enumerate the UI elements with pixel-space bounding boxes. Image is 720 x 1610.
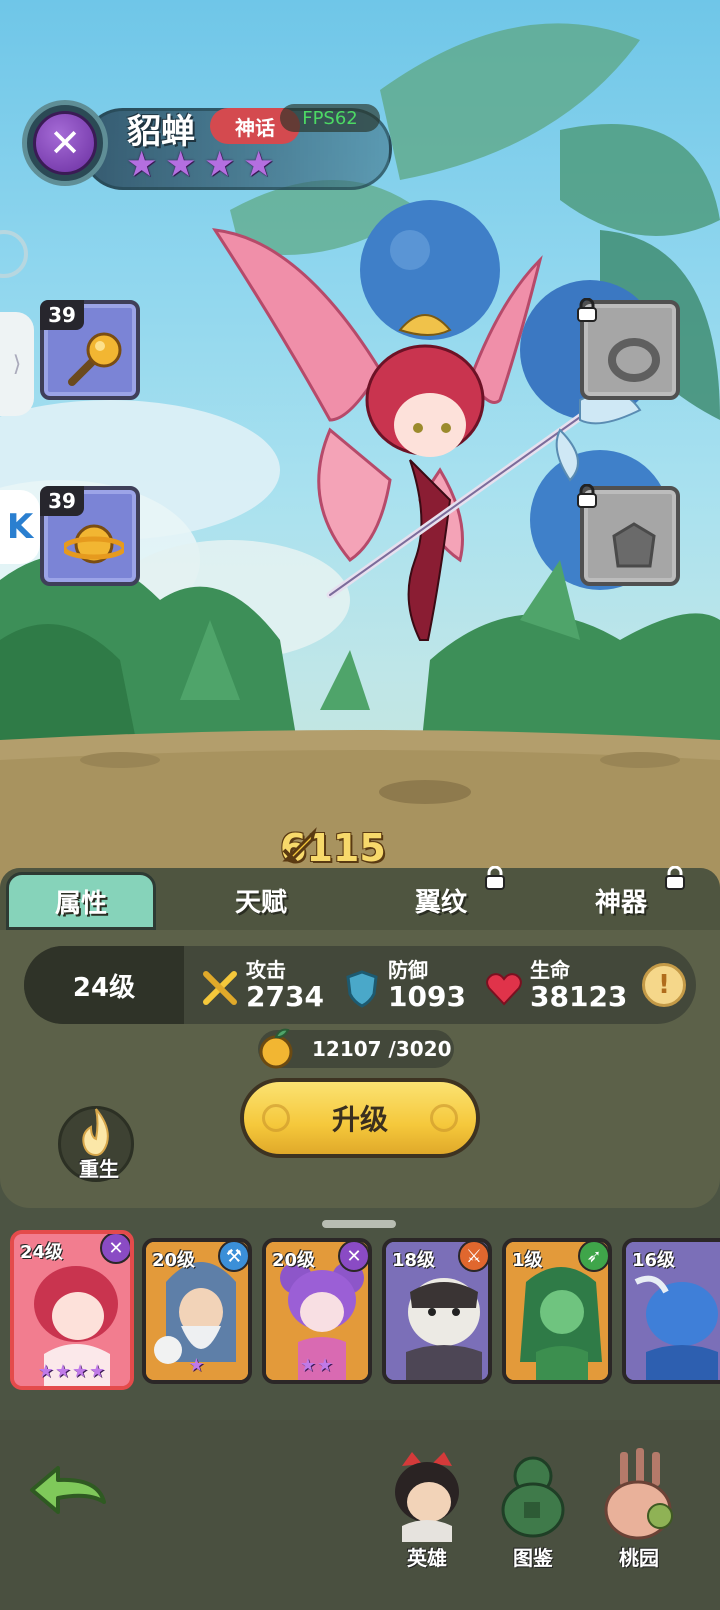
button-ornament [262,1104,290,1132]
bottom-navigation: 英雄 图鉴 桃园 [0,1420,720,1610]
hero-card-level: 18级 [392,1250,436,1271]
hero-detail-panel: 属性 天赋 翼纹 神器 24级 攻击 2734 防御 1093 生命 38123… [0,866,720,1208]
hero-card-level: 20级 [272,1250,316,1271]
heart-icon [486,973,522,1006]
hero-star-rating: ★ ★ ★ ★ [126,148,278,183]
hero-roster: 24级 ✕ ★★★★ 20级 ⚒ ★ 20级 ✕ ★★ 18级 ⚔ 1级 ➶ 1… [0,1230,720,1418]
tab-talent[interactable]: 天赋 [186,872,336,928]
side-drawer-handle[interactable]: ⟩ [0,312,34,416]
hp-value: 38123 [530,980,628,1013]
back-arrow-icon[interactable] [28,1460,108,1520]
attack-value: 2734 [246,980,324,1013]
hero-class-badge[interactable]: ✕ [22,100,108,186]
nav-peach-garden[interactable]: 桃园 [594,1446,684,1570]
hero-card-green-ranger[interactable]: 1级 ➶ [502,1238,612,1384]
golden-scepter-icon [68,332,122,386]
hero-card-badger[interactable]: 18级 ⚔ [382,1238,492,1384]
hero-card-sage[interactable]: 20级 ⚒ ★ [142,1238,252,1384]
defense-label: 防御 [388,958,428,982]
floating-app-logo-icon[interactable]: K [0,490,40,564]
equipment-level: 39 [40,300,84,330]
tab-artifact[interactable]: 神器 [546,866,696,928]
combat-power: 6115 [280,826,386,870]
lock-icon [485,866,505,890]
panel-drag-handle[interactable] [322,1220,396,1228]
hero-card-diaochan[interactable]: 24级 ✕ ★★★★ [10,1230,134,1390]
tab-wing-pattern[interactable]: 翼纹 [366,866,516,928]
stats-info-button[interactable]: ! [642,963,686,1007]
equipment-level: 39 [40,486,84,516]
assassin-class-icon: ✕ [338,1242,368,1272]
button-ornament [430,1104,458,1132]
hero-card-level: 16级 [632,1250,676,1271]
nav-heroes-label: 英雄 [407,1546,447,1570]
attack-label: 攻击 [246,958,286,982]
star-icon: ★ [126,145,158,185]
peach-currency-icon [259,1028,293,1069]
star-icon: ★ [243,145,275,185]
tab-attributes[interactable]: 属性 [6,872,156,930]
nav-heroes[interactable]: 英雄 [382,1446,472,1570]
hero-card-purple-hair[interactable]: 20级 ✕ ★★ [262,1238,372,1384]
hero-card-level: 20级 [152,1250,196,1271]
hero-card-level: 1级 [512,1250,543,1271]
tab-bar: 属性 天赋 翼纹 神器 [0,866,720,930]
upgrade-button[interactable]: 升级 [240,1078,480,1158]
hp-label: 生命 [530,958,570,982]
mage-class-icon: ⚒ [218,1242,248,1272]
hero-header: ✕ 貂蝉 神话 FPS62 ★ ★ ★ ★ [22,100,392,194]
star-icon: ★ [204,145,236,185]
peach-garden-icon [604,1448,673,1540]
nav-peach-garden-label: 桃园 [619,1546,659,1570]
lock-icon [577,298,597,322]
hero-card-blue-beast[interactable]: 16级 [622,1238,720,1384]
warrior-class-icon: ⚔ [458,1242,488,1272]
hero-card-stars: ★★ [299,1355,335,1376]
upgrade-label: 升级 [331,1103,388,1136]
hero-card-stars: ★★★★ [37,1361,107,1382]
archer-class-icon: ➶ [578,1242,608,1272]
upgrade-cost: 12107 /3020 [258,1028,454,1069]
equipment-slot-weapon[interactable]: 39 [40,300,140,400]
shield-icon [346,970,378,1008]
rebirth-button[interactable]: 重生 [58,1106,134,1182]
jade-gourd-codex-icon [501,1456,565,1538]
tab-label: 神器 [594,887,647,918]
sword-power-icon [282,827,317,864]
hero-card-stars: ★ [188,1355,206,1376]
upgrade-cost-value: 12107 /3020 [312,1037,452,1061]
hero-level: 24级 [24,946,184,1024]
rebirth-label: 重生 [79,1157,119,1181]
tab-label: 翼纹 [414,887,467,918]
hero-card-level: 24级 [20,1242,64,1263]
nav-codex-label: 图鉴 [513,1546,553,1570]
armor-silhouette-icon [612,522,656,568]
defense-value: 1093 [388,980,466,1013]
crossed-swords-icon [203,971,237,1005]
lock-icon [665,866,685,890]
lock-icon [577,484,597,508]
equipment-slot-accessory[interactable]: 39 [40,486,140,586]
fps-counter: FPS62 [280,104,380,132]
battle-scene: ✕ 貂蝉 神话 FPS62 ★ ★ ★ ★ ⟩ K 39 39 6115 [0,0,720,900]
assassin-class-icon: ✕ [100,1234,130,1264]
stats-bar: 24级 攻击 2734 防御 1093 生命 38123 ! [24,946,696,1024]
star-icon: ★ [165,145,197,185]
assassin-class-icon: ✕ [33,111,97,175]
ring-silhouette-icon [608,338,660,382]
hero-avatar-icon [395,1452,459,1542]
golden-ring-planet-icon [64,524,124,564]
nav-codex[interactable]: 图鉴 [488,1446,578,1570]
